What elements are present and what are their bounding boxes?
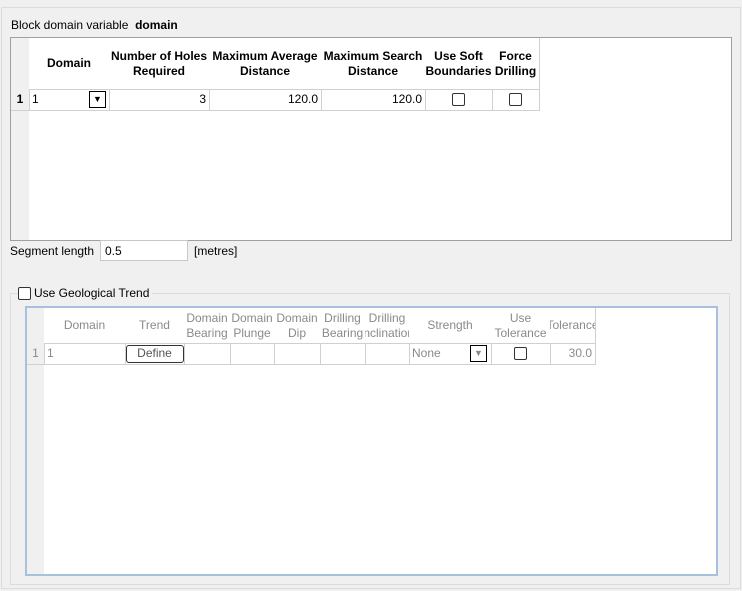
col-max-search[interactable]: Maximum Search Distance bbox=[321, 38, 426, 90]
use-tolerance-checkbox[interactable] bbox=[514, 347, 527, 360]
block-domain-value: domain bbox=[135, 18, 178, 32]
strength-select[interactable]: None ▼ bbox=[409, 343, 492, 365]
col-force[interactable]: Force Drilling bbox=[492, 38, 540, 90]
corner-cell bbox=[27, 308, 45, 344]
row-index: 1 bbox=[27, 343, 45, 365]
max-avg-cell[interactable]: 120.0 bbox=[209, 89, 322, 111]
soft-cell bbox=[425, 89, 493, 111]
col-domain[interactable]: Domain bbox=[29, 38, 110, 90]
corner-cell bbox=[11, 38, 30, 90]
col-domain-plunge[interactable]: Domain Plunge bbox=[230, 308, 275, 344]
trend-table[interactable]: Domain Trend Domain Bearing Domain Plung… bbox=[25, 306, 718, 576]
row-index: 1 bbox=[11, 89, 30, 111]
segment-length-input[interactable]: 0.5 bbox=[100, 240, 188, 261]
col-drilling-inclination[interactable]: Drilling Inclination bbox=[365, 308, 410, 344]
use-trend-label: Use Geological Trend bbox=[34, 286, 150, 300]
block-domain-label: Block domain variable domain bbox=[11, 18, 178, 32]
segment-length-label: Segment length bbox=[10, 244, 95, 258]
domain-bearing-cell[interactable] bbox=[184, 343, 231, 365]
define-trend-button[interactable]: Define bbox=[125, 344, 184, 363]
col-domain[interactable]: Domain bbox=[44, 308, 126, 344]
drilling-inclination-cell[interactable] bbox=[365, 343, 410, 365]
tolerance-cell[interactable]: 30.0 bbox=[550, 343, 596, 365]
use-trend-checkbox[interactable] bbox=[18, 286, 31, 300]
soft-boundaries-checkbox[interactable] bbox=[452, 93, 465, 106]
col-domain-dip[interactable]: Domain Dip bbox=[274, 308, 321, 344]
domain-dip-cell[interactable] bbox=[274, 343, 321, 365]
col-holes[interactable]: Number of Holes Required bbox=[109, 38, 210, 90]
col-drilling-bearing[interactable]: Drilling Bearing bbox=[320, 308, 366, 344]
col-domain-bearing[interactable]: Domain Bearing bbox=[184, 308, 231, 344]
chevron-down-icon[interactable]: ▼ bbox=[89, 91, 106, 108]
domain-table[interactable]: Domain Number of Holes Required Maximum … bbox=[10, 37, 732, 241]
col-trend[interactable]: Trend bbox=[125, 308, 185, 344]
col-max-avg[interactable]: Maximum Average Distance bbox=[209, 38, 322, 90]
chevron-down-icon[interactable]: ▼ bbox=[470, 345, 487, 362]
use-tolerance-cell bbox=[491, 343, 551, 365]
domain-select[interactable]: 1 ▼ bbox=[29, 89, 110, 111]
trend-cell: Define bbox=[125, 343, 185, 365]
col-use-tolerance[interactable]: Use Tolerance bbox=[491, 308, 551, 344]
trend-domain-cell[interactable]: 1 bbox=[44, 343, 126, 365]
domain-plunge-cell[interactable] bbox=[230, 343, 275, 365]
force-drilling-checkbox[interactable] bbox=[509, 93, 522, 106]
drilling-bearing-cell[interactable] bbox=[320, 343, 366, 365]
col-tolerance[interactable]: Tolerance bbox=[550, 308, 596, 344]
force-cell bbox=[492, 89, 540, 111]
holes-cell[interactable]: 3 bbox=[109, 89, 210, 111]
segment-unit: [metres] bbox=[194, 244, 238, 258]
col-soft[interactable]: Use Soft Boundaries bbox=[425, 38, 493, 90]
col-strength[interactable]: Strength bbox=[409, 308, 492, 344]
use-trend-toggle[interactable]: Use Geological Trend bbox=[18, 286, 153, 300]
max-search-cell[interactable]: 120.0 bbox=[321, 89, 426, 111]
